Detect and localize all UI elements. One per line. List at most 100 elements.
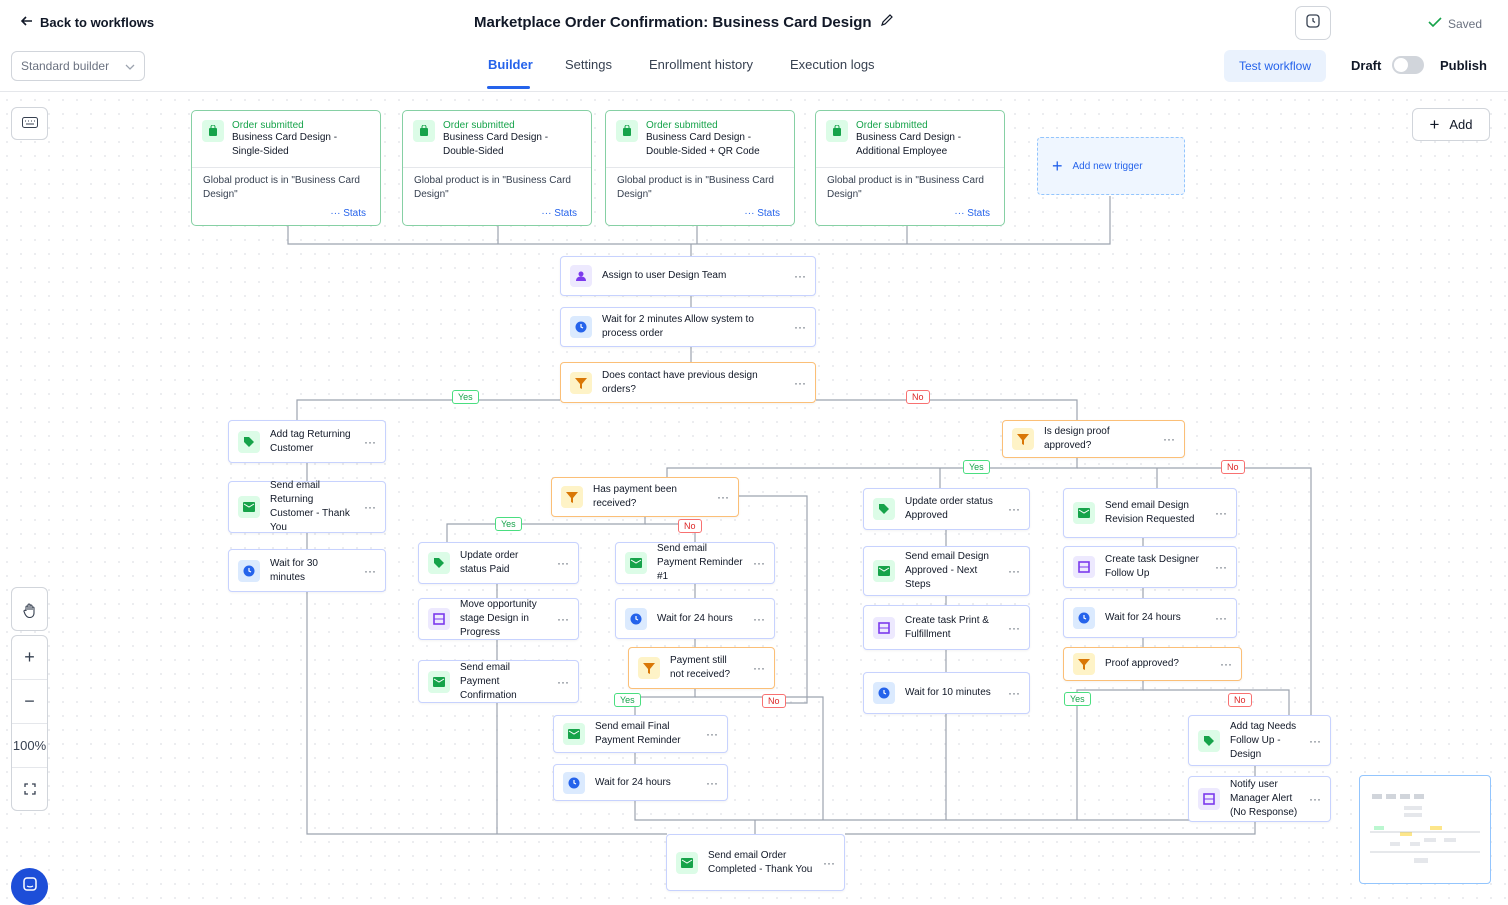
trigger-stats-link[interactable]: ··· Stats (330, 208, 366, 219)
node-label: Send email Order Completed - Thank You (708, 849, 813, 875)
pan-tool-button[interactable] (11, 587, 48, 631)
condition-node-design-proof[interactable]: Is design proof approved? ··· (1002, 420, 1185, 458)
node-label: Send email Payment Reminder #1 (657, 543, 743, 582)
node-label: Notify user Manager Alert (No Response) (1230, 779, 1298, 818)
trigger-stats-link[interactable]: ··· Stats (541, 208, 577, 219)
action-node-create-task[interactable]: Create task Designer Follow Up ··· (1063, 546, 1237, 588)
trigger-card[interactable]: Order submitted Business Card Design - D… (605, 110, 795, 226)
more-options-icon[interactable]: ··· (557, 556, 569, 570)
more-options-icon[interactable]: ··· (1215, 611, 1227, 625)
trigger-name: Business Card Design - Double-Sided + QR… (646, 132, 760, 157)
trigger-filter: Global product is in "Business Card Desi… (414, 175, 571, 200)
trigger-name: Business Card Design - Additional Employ… (856, 132, 962, 157)
filter-icon (561, 486, 583, 508)
action-node-move-opportunity[interactable]: Move opportunity stage Design in Progres… (418, 598, 579, 640)
more-options-icon[interactable]: ··· (364, 435, 376, 449)
action-node-send-email[interactable]: Send email Order Completed - Thank You ·… (666, 834, 845, 891)
node-label: Create task Print & Fulfillment (905, 614, 989, 640)
trigger-filter: Global product is in "Business Card Desi… (617, 175, 774, 200)
more-options-icon[interactable]: ··· (706, 727, 718, 741)
action-node-wait-24-hours[interactable]: Wait for 24 hours ··· (553, 764, 728, 801)
zoom-out-button[interactable]: − (12, 680, 47, 724)
more-options-icon[interactable]: ··· (1008, 686, 1020, 700)
action-node-assign-user[interactable]: Assign to user Design Team ··· (560, 256, 816, 296)
filter-icon (638, 657, 660, 679)
chat-support-button[interactable] (11, 868, 48, 905)
more-options-icon[interactable]: ··· (794, 320, 806, 334)
task-icon (1073, 556, 1095, 578)
more-options-icon[interactable]: ··· (794, 269, 806, 283)
condition-node-previous-orders[interactable]: Does contact have previous design orders… (560, 362, 816, 403)
more-options-icon[interactable]: ··· (364, 564, 376, 578)
more-options-icon[interactable]: ··· (1220, 657, 1232, 671)
trigger-card[interactable]: Order submitted Business Card Design - S… (191, 110, 381, 226)
node-label: Wait for 10 minutes (905, 687, 991, 698)
action-node-wait-24-hours[interactable]: Wait for 24 hours ··· (615, 598, 775, 639)
clock-icon (873, 682, 895, 704)
action-node-send-email[interactable]: Send email Payment Confirmation ··· (418, 660, 579, 703)
more-options-icon[interactable]: ··· (364, 500, 376, 514)
more-options-icon[interactable]: ··· (706, 776, 718, 790)
fit-view-button[interactable] (12, 768, 47, 812)
keyboard-shortcuts-button[interactable] (11, 107, 48, 140)
add-new-trigger-button[interactable]: + Add new trigger (1037, 137, 1185, 195)
more-options-icon[interactable]: ··· (1163, 432, 1175, 446)
mail-icon (873, 560, 895, 582)
node-label: Send email Final Payment Reminder (595, 721, 681, 746)
more-options-icon[interactable]: ··· (557, 612, 569, 626)
more-options-icon[interactable]: ··· (1215, 560, 1227, 574)
action-node-create-task[interactable]: Create task Print & Fulfillment ··· (863, 605, 1030, 650)
action-node-send-email[interactable]: Send email Design Revision Requested ··· (1063, 488, 1237, 538)
action-node-send-email[interactable]: Send email Final Payment Reminder ··· (553, 715, 728, 753)
action-node-add-tag[interactable]: Add tag Needs Follow Up - Design ··· (1188, 715, 1331, 766)
trigger-card[interactable]: Order submitted Business Card Design - A… (815, 110, 1005, 226)
more-options-icon[interactable]: ··· (1008, 502, 1020, 516)
condition-node-proof-approved[interactable]: Proof approved? ··· (1063, 647, 1242, 681)
action-node-send-email[interactable]: Send email Payment Reminder #1 ··· (615, 542, 775, 584)
more-options-icon[interactable]: ··· (1215, 506, 1227, 520)
action-node-wait-30-minutes[interactable]: Wait for 30 minutes ··· (228, 549, 386, 592)
action-node-wait-10-minutes[interactable]: Wait for 10 minutes ··· (863, 672, 1030, 714)
action-node-notify-user[interactable]: Notify user Manager Alert (No Response) … (1188, 776, 1331, 822)
action-node-update-status-paid[interactable]: Update order status Paid ··· (418, 542, 579, 584)
more-options-icon[interactable]: ··· (717, 490, 729, 504)
more-options-icon[interactable]: ··· (1008, 564, 1020, 578)
condition-node-payment-still[interactable]: Payment still not received? ··· (628, 647, 775, 689)
clock-icon (625, 607, 647, 630)
node-label: Has payment been received? (593, 484, 677, 509)
node-label: Send email Payment Confirmation (460, 661, 517, 701)
trigger-stats-link[interactable]: ··· Stats (954, 208, 990, 219)
more-options-icon[interactable]: ··· (1309, 734, 1321, 748)
node-label: Create task Designer Follow Up (1105, 554, 1199, 579)
condition-node-payment-received[interactable]: Has payment been received? ··· (551, 477, 739, 517)
more-options-icon[interactable]: ··· (1309, 792, 1321, 806)
more-options-icon[interactable]: ··· (823, 856, 835, 870)
action-node-update-status-approved[interactable]: Update order status Approved ··· (863, 488, 1030, 530)
add-button[interactable]: + Add (1412, 108, 1490, 141)
stats-label: Stats (554, 208, 577, 219)
trigger-card[interactable]: Order submitted Business Card Design - D… (402, 110, 592, 226)
action-node-wait-2-minutes[interactable]: Wait for 2 minutes Allow system to proce… (560, 307, 816, 347)
tag-icon (428, 552, 450, 574)
hand-icon (12, 588, 47, 632)
trigger-stats-link[interactable]: ··· Stats (744, 208, 780, 219)
action-node-wait-24-hours[interactable]: Wait for 24 hours ··· (1063, 598, 1237, 638)
more-options-icon[interactable]: ··· (557, 675, 569, 689)
zoom-in-button[interactable]: + (12, 636, 47, 680)
action-node-send-email[interactable]: Send email Returning Customer - Thank Yo… (228, 480, 386, 533)
more-options-icon[interactable]: ··· (794, 376, 806, 390)
mail-icon (563, 723, 585, 745)
shopping-bag-icon (413, 120, 435, 142)
notify-icon (1198, 788, 1220, 810)
branch-yes-badge: Yes (452, 390, 479, 404)
action-node-add-tag[interactable]: Add tag Returning Customer ··· (228, 420, 386, 463)
branch-no-badge: No (1221, 460, 1245, 474)
filter-icon (1073, 653, 1095, 675)
more-options-icon[interactable]: ··· (753, 612, 765, 626)
mail-icon (1073, 502, 1095, 524)
more-options-icon[interactable]: ··· (1008, 621, 1020, 635)
minimap[interactable] (1359, 775, 1491, 884)
more-options-icon[interactable]: ··· (753, 661, 765, 675)
more-options-icon[interactable]: ··· (753, 556, 765, 570)
action-node-send-email[interactable]: Send email Design Approved - Next Steps … (863, 546, 1030, 596)
